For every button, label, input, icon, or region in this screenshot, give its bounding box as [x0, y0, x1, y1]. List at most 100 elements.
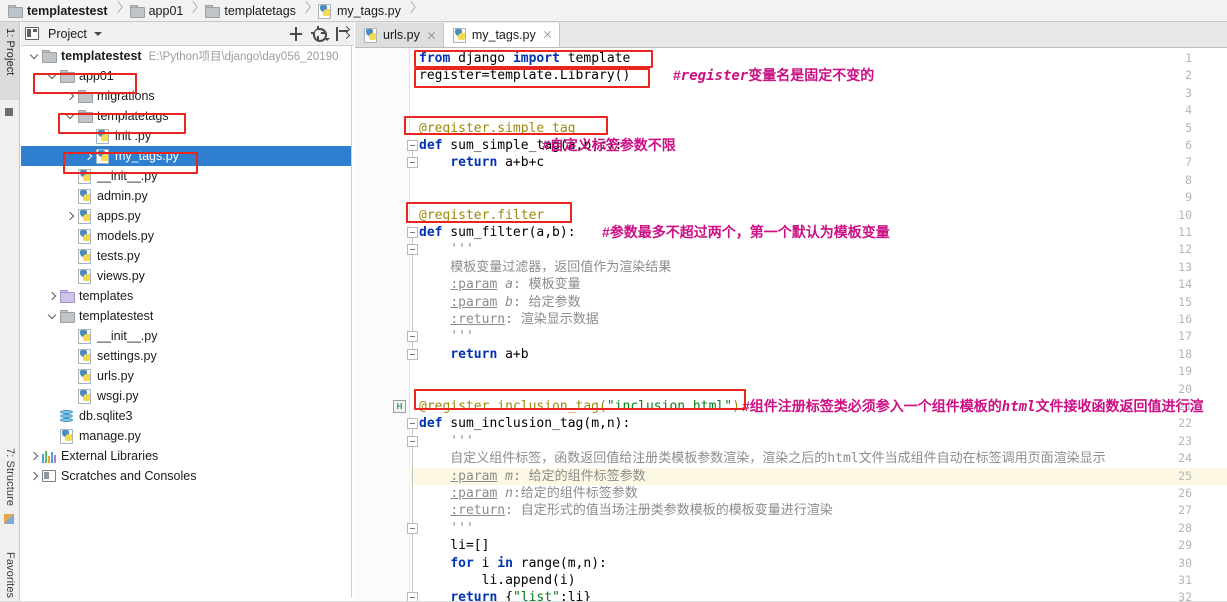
- chevron-right-icon[interactable]: [83, 151, 94, 162]
- code-line-25[interactable]: :param m: 给定的组件标签参数: [419, 468, 645, 485]
- tree-item-templates[interactable]: templates: [21, 286, 351, 306]
- line-number: 28: [1178, 520, 1192, 535]
- chevron-down-icon[interactable]: [47, 311, 58, 322]
- tree-item-views-py[interactable]: views.py: [21, 266, 351, 286]
- editor-tab-label: urls.py: [383, 28, 420, 42]
- tree-item-wsgi-py[interactable]: wsgi.py: [21, 386, 351, 406]
- python-file-icon: [78, 329, 92, 344]
- chevron-right-icon[interactable]: [65, 211, 76, 222]
- tree-item-apps-py[interactable]: apps.py: [21, 206, 351, 226]
- code-fold-toggle[interactable]: [407, 418, 418, 430]
- code-line-26[interactable]: :param n:给定的组件标签参数: [419, 485, 637, 502]
- chevron-down-icon[interactable]: [93, 31, 102, 36]
- code-fold-toggle[interactable]: [407, 331, 418, 343]
- tree-item-urls-py[interactable]: urls.py: [21, 366, 351, 386]
- editor-tabbar: urls.py my_tags.py: [355, 22, 1227, 48]
- chevron-down-icon[interactable]: [65, 111, 76, 122]
- code-line-13[interactable]: 模板变量过滤器，返回值作为渲染结果: [419, 259, 671, 276]
- code-fold-toggle[interactable]: [407, 227, 418, 238]
- code-line-5[interactable]: @register.simple_tag: [419, 120, 576, 137]
- tree-item-models-py[interactable]: models.py: [21, 226, 351, 246]
- tree-item-templatetags[interactable]: templatetags: [21, 106, 351, 126]
- code-fold-toggle[interactable]: [407, 435, 418, 447]
- code-line-12[interactable]: ''': [419, 241, 474, 258]
- chevron-right-icon[interactable]: [47, 291, 58, 302]
- code-line-31[interactable]: li.append(i): [419, 572, 576, 589]
- chevron-right-icon[interactable]: [65, 91, 76, 102]
- code-line-22[interactable]: def sum_inclusion_tag(m,n):: [419, 415, 630, 432]
- code-line-14[interactable]: :param a: 模板变量: [419, 276, 580, 293]
- line-number: 4: [1185, 103, 1192, 118]
- tree-item-manage-py[interactable]: manage.py: [21, 426, 351, 446]
- chevron-right-icon[interactable]: [29, 451, 40, 462]
- breadcrumb-item-templatetags[interactable]: templatetags: [203, 0, 316, 22]
- tree-item---init---py[interactable]: __init__.py: [21, 326, 351, 346]
- close-icon[interactable]: [427, 31, 436, 40]
- breadcrumb-item-templatestest[interactable]: templatestest: [6, 0, 128, 22]
- tree-item-external-libraries[interactable]: External Libraries: [21, 446, 351, 466]
- line-number: 27: [1178, 503, 1192, 518]
- tree-item-app01[interactable]: app01: [21, 66, 351, 86]
- gear-icon[interactable]: [311, 26, 330, 42]
- code-line-21[interactable]: @register.inclusion_tag("inclusion.html"…: [419, 398, 740, 415]
- editor: urls.py my_tags.py 1 from django import te…: [355, 22, 1227, 602]
- tree-item-tests-py[interactable]: tests.py: [21, 246, 351, 266]
- editor-tab-my-tags-py[interactable]: my_tags.py: [443, 23, 560, 47]
- code-fold-toggle[interactable]: [407, 522, 418, 534]
- hide-icon[interactable]: [334, 25, 351, 42]
- code-fold-toggle[interactable]: [407, 244, 418, 256]
- tree-item-label: templates: [79, 289, 134, 303]
- code-line-18[interactable]: return a+b: [419, 346, 528, 363]
- code-line-2[interactable]: register=template.Library(): [419, 67, 630, 84]
- project-tree[interactable]: templatestest E:\Python项目\django\day056_2…: [21, 46, 352, 601]
- tree-item-scratches-and-consoles[interactable]: Scratches and Consoles: [21, 466, 351, 486]
- chevron-right-icon[interactable]: [29, 471, 40, 482]
- html-template-gutter-icon[interactable]: H: [393, 400, 406, 413]
- tree-item-label: manage.py: [79, 429, 141, 443]
- code-line-27[interactable]: :return: 自定形式的值当场注册类参数模板的模板变量进行渲染: [419, 502, 832, 519]
- code-line-15[interactable]: :param b: 给定参数: [419, 294, 580, 311]
- tree-item-templatestest[interactable]: templatestest: [21, 306, 351, 326]
- tree-item---init---py[interactable]: __init__.py: [21, 166, 351, 186]
- code-area[interactable]: 1 from django import template 2 register=te…: [355, 48, 1227, 602]
- code-line-16[interactable]: :return: 渲染显示数据: [419, 311, 598, 328]
- tree-item-my-tags-py[interactable]: my_tags.py: [21, 146, 351, 166]
- editor-gutter[interactable]: [355, 48, 410, 602]
- chevron-down-icon[interactable]: [29, 51, 40, 62]
- tree-item-label: settings.py: [97, 349, 157, 363]
- tool-window-structure[interactable]: 7: Structure: [4, 448, 16, 506]
- chevron-down-icon[interactable]: [47, 71, 58, 82]
- code-line-17[interactable]: ''': [419, 328, 474, 345]
- collapse-all-icon[interactable]: [288, 26, 304, 42]
- tree-item-settings-py[interactable]: settings.py: [21, 346, 351, 366]
- close-icon[interactable]: [543, 30, 552, 39]
- line-number: 12: [1178, 242, 1192, 257]
- code-line-30[interactable]: for i in range(m,n):: [419, 555, 607, 572]
- tree-item-init--py[interactable]: init .py: [21, 126, 351, 146]
- code-line-1[interactable]: from django import template: [419, 50, 630, 67]
- tree-item-migrations[interactable]: migrations: [21, 86, 351, 106]
- breadcrumb-item-app01[interactable]: app01: [128, 0, 204, 22]
- line-number: 15: [1178, 294, 1192, 309]
- code-fold-line: [412, 255, 413, 335]
- code-line-10[interactable]: @register.filter: [419, 207, 544, 224]
- tree-item-admin-py[interactable]: admin.py: [21, 186, 351, 206]
- line-number: 31: [1178, 573, 1192, 587]
- code-fold-toggle[interactable]: [407, 157, 418, 169]
- breadcrumb-item-my-tags-py[interactable]: my_tags.py: [316, 0, 421, 22]
- code-line-11[interactable]: def sum_filter(a,b):: [419, 224, 576, 241]
- code-line-23[interactable]: ''': [419, 433, 474, 450]
- code-line-7[interactable]: return a+b+c: [419, 154, 544, 171]
- code-line-29[interactable]: li=[]: [419, 537, 489, 554]
- folder-icon: [42, 50, 57, 63]
- code-fold-toggle[interactable]: [407, 348, 418, 360]
- code-fold-toggle[interactable]: [407, 140, 418, 151]
- tree-item-templatestest[interactable]: templatestest E:\Python项目\django\day056_2…: [21, 46, 351, 66]
- tool-window-favorites[interactable]: Favorites: [4, 552, 16, 598]
- tool-window-project[interactable]: 1: Project: [4, 28, 16, 75]
- code-line-24[interactable]: 自定义组件标签，函数返回值给注册类模板参数渲染，渲染之后的html文件当成组件自…: [419, 450, 1105, 467]
- editor-tab-urls-py[interactable]: urls.py: [355, 23, 444, 47]
- line-number: 7: [1185, 155, 1192, 170]
- code-line-28[interactable]: ''': [419, 520, 474, 537]
- tree-item-db-sqlite3[interactable]: db.sqlite3: [21, 406, 351, 426]
